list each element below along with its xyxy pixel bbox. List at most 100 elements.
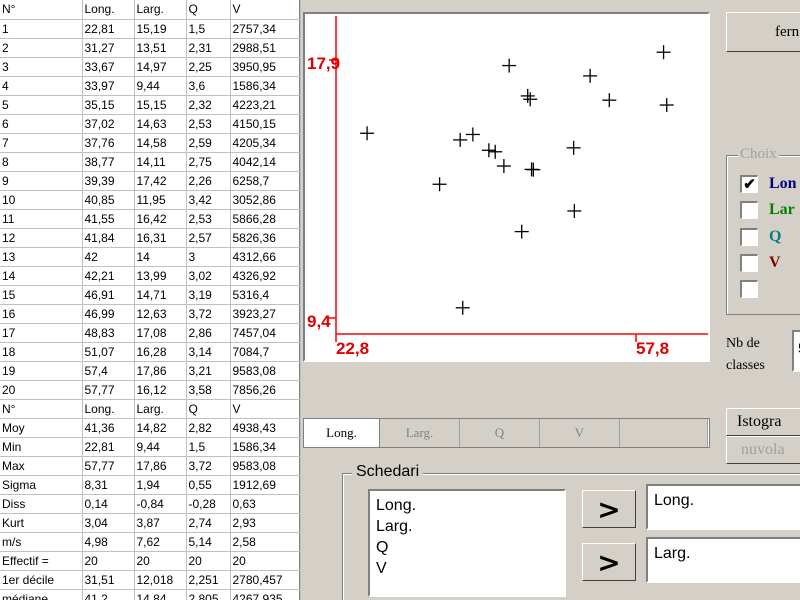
grid-cell[interactable]: 7 xyxy=(0,133,83,153)
grid-cell[interactable]: 3052,86 xyxy=(230,190,301,210)
grid-cell[interactable]: 9,44 xyxy=(134,76,187,96)
grid-cell[interactable]: 6 xyxy=(0,114,83,134)
grid-cell[interactable]: 2,53 xyxy=(186,114,231,134)
grid-cell[interactable]: 12,63 xyxy=(134,304,187,324)
grid-cell[interactable]: 4150,15 xyxy=(230,114,301,134)
grid-cell[interactable]: 19 xyxy=(0,361,83,381)
grid-cell[interactable]: 41,55 xyxy=(82,209,135,229)
grid-cell[interactable]: 40,85 xyxy=(82,190,135,210)
grid-cell[interactable]: 48,83 xyxy=(82,323,135,343)
grid-cell[interactable]: 15,19 xyxy=(134,19,187,39)
grid-cell[interactable]: 0,14 xyxy=(82,494,135,514)
grid-cell[interactable]: 38,77 xyxy=(82,152,135,172)
grid-cell[interactable]: 8,31 xyxy=(82,475,135,495)
grid-cell[interactable]: 2,31 xyxy=(186,38,231,58)
tab-v[interactable]: V xyxy=(540,419,620,447)
choix-option-q[interactable]: Q xyxy=(740,226,781,248)
list-item[interactable]: Larg. xyxy=(376,516,558,537)
tab-larg[interactable]: Larg. xyxy=(380,419,460,447)
tab-long[interactable]: Long. xyxy=(304,419,380,447)
grid-cell[interactable]: 41,84 xyxy=(82,228,135,248)
grid-cell[interactable]: 16,42 xyxy=(134,209,187,229)
grid-cell[interactable]: 5,14 xyxy=(186,532,231,552)
istogramma-button[interactable]: Istogra xyxy=(726,408,800,436)
grid-cell[interactable]: 20 xyxy=(82,551,135,571)
target-field-1[interactable]: Long. xyxy=(646,484,800,530)
grid-cell[interactable]: 12,018 xyxy=(134,570,187,590)
grid-cell[interactable]: 2,251 xyxy=(186,570,231,590)
grid-cell[interactable]: 2,53 xyxy=(186,209,231,229)
grid-cell[interactable]: 4205,34 xyxy=(230,133,301,153)
grid-cell[interactable]: Kurt xyxy=(0,513,83,533)
grid-cell[interactable]: 4312,66 xyxy=(230,247,301,267)
grid-cell[interactable]: 3,72 xyxy=(186,456,231,476)
grid-cell[interactable]: 4,98 xyxy=(82,532,135,552)
grid-cell[interactable]: 33,97 xyxy=(82,76,135,96)
grid-cell[interactable]: 2 xyxy=(0,38,83,58)
checkbox-empty[interactable] xyxy=(740,280,758,298)
grid-cell[interactable]: 7,62 xyxy=(134,532,187,552)
grid-cell[interactable]: 9583,08 xyxy=(230,456,301,476)
grid-cell[interactable]: 35,15 xyxy=(82,95,135,115)
grid-cell[interactable]: 1586,34 xyxy=(230,437,301,457)
grid-cell[interactable]: 14,71 xyxy=(134,285,187,305)
grid-cell[interactable]: N° xyxy=(0,399,83,419)
grid-cell[interactable]: 2,59 xyxy=(186,133,231,153)
grid-cell[interactable]: Moy xyxy=(0,418,83,438)
grid-cell[interactable]: -0,84 xyxy=(134,494,187,514)
grid-cell[interactable]: 4326,92 xyxy=(230,266,301,286)
grid-cell[interactable]: 3,58 xyxy=(186,380,231,400)
nb-classes-input[interactable]: 5 xyxy=(792,330,800,372)
grid-cell[interactable]: 1,5 xyxy=(186,437,231,457)
checkbox-q[interactable] xyxy=(740,228,758,246)
grid-cell[interactable]: 57,77 xyxy=(82,456,135,476)
grid-cell[interactable]: 3923,27 xyxy=(230,304,301,324)
grid-cell[interactable]: 3950,95 xyxy=(230,57,301,77)
grid-cell[interactable]: médiane xyxy=(0,589,83,600)
list-item[interactable]: Q xyxy=(376,537,558,558)
grid-cell[interactable]: 3,87 xyxy=(134,513,187,533)
grid-cell[interactable]: 3 xyxy=(186,247,231,267)
schedari-list[interactable]: Long. Larg. Q V xyxy=(368,489,566,597)
grid-cell[interactable]: m/s xyxy=(0,532,83,552)
grid-cell[interactable]: 3,02 xyxy=(186,266,231,286)
list-item[interactable]: Long. xyxy=(376,495,558,516)
grid-cell[interactable]: 7457,04 xyxy=(230,323,301,343)
move-right-button-1[interactable]: > xyxy=(582,490,636,528)
ferma-button[interactable]: fern xyxy=(726,12,800,52)
grid-cell[interactable]: Larg. xyxy=(134,0,187,20)
grid-cell[interactable]: 9,44 xyxy=(134,437,187,457)
grid-cell[interactable]: 20 xyxy=(230,551,301,571)
grid-cell[interactable]: 2757,34 xyxy=(230,19,301,39)
grid-cell[interactable]: 17,86 xyxy=(134,361,187,381)
grid-cell[interactable]: 16,31 xyxy=(134,228,187,248)
grid-cell[interactable]: 37,02 xyxy=(82,114,135,134)
grid-cell[interactable]: 11 xyxy=(0,209,83,229)
grid-cell[interactable]: V xyxy=(230,0,301,20)
grid-cell[interactable]: 31,27 xyxy=(82,38,135,58)
checkbox-long[interactable]: ✔ xyxy=(740,175,758,193)
grid-cell[interactable]: 2,74 xyxy=(186,513,231,533)
grid-cell[interactable]: 3,21 xyxy=(186,361,231,381)
grid-cell[interactable]: 5 xyxy=(0,95,83,115)
move-right-button-2[interactable]: > xyxy=(582,543,636,581)
grid-cell[interactable]: 15,15 xyxy=(134,95,187,115)
grid-cell[interactable]: 31,51 xyxy=(82,570,135,590)
grid-cell[interactable]: 11,95 xyxy=(134,190,187,210)
grid-cell[interactable]: 2,805 xyxy=(186,589,231,600)
choix-option-long[interactable]: ✔ Lon xyxy=(740,173,797,195)
grid-cell[interactable]: 3,19 xyxy=(186,285,231,305)
grid-cell[interactable]: 1586,34 xyxy=(230,76,301,96)
tab-q[interactable]: Q xyxy=(460,419,540,447)
grid-cell[interactable]: 0,55 xyxy=(186,475,231,495)
grid-cell[interactable]: 14,82 xyxy=(134,418,187,438)
grid-cell[interactable]: 2780,457 xyxy=(230,570,301,590)
grid-cell[interactable]: 13 xyxy=(0,247,83,267)
grid-cell[interactable]: -0,28 xyxy=(186,494,231,514)
grid-cell[interactable]: 5826,36 xyxy=(230,228,301,248)
grid-cell[interactable]: Diss xyxy=(0,494,83,514)
grid-cell[interactable]: 41,36 xyxy=(82,418,135,438)
grid-cell[interactable]: 20 xyxy=(186,551,231,571)
grid-cell[interactable]: 46,91 xyxy=(82,285,135,305)
grid-cell[interactable]: 2,86 xyxy=(186,323,231,343)
